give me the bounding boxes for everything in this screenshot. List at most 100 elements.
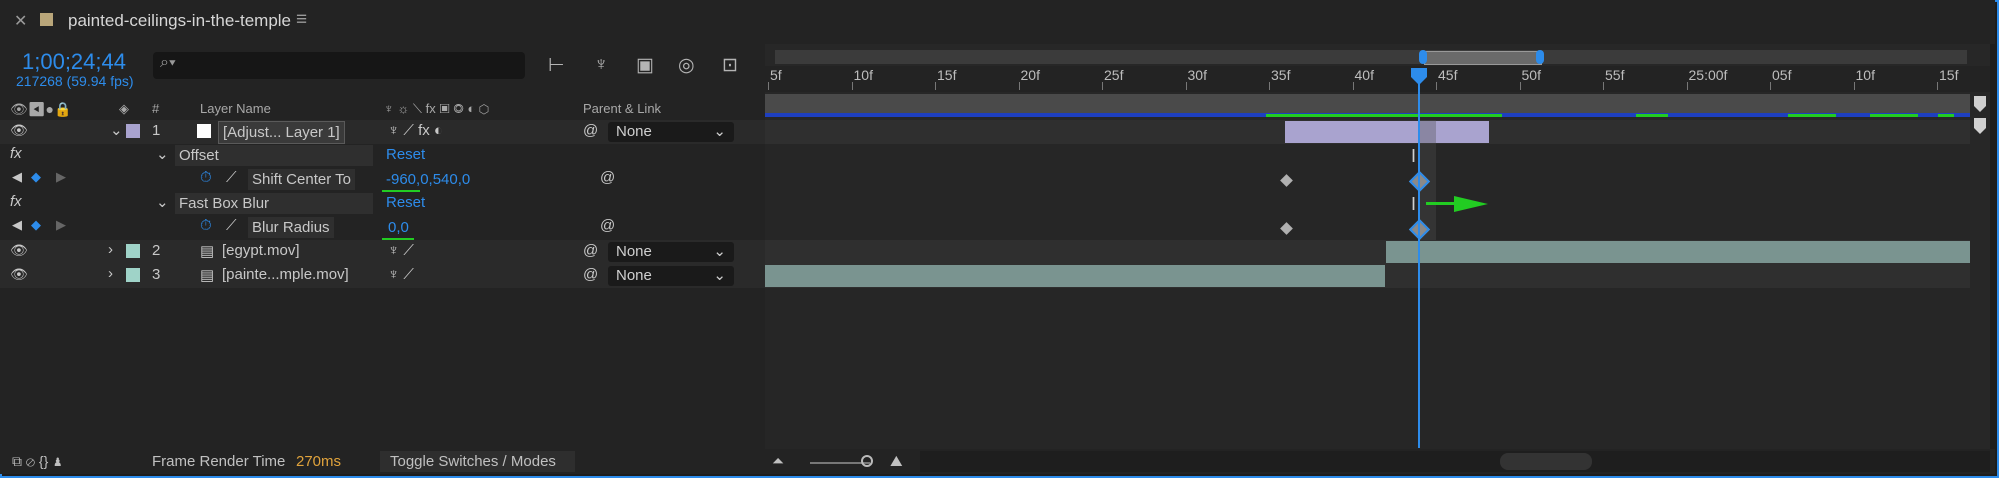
pickwhip-icon[interactable]: @: [600, 169, 615, 186]
bottom-panel-icons[interactable]: ⧉ ⊘ {} ♟: [12, 453, 63, 470]
text-cursor-icon: I: [1411, 194, 1417, 214]
layer-label-swatch[interactable]: [126, 244, 140, 258]
effect-name[interactable]: Fast Box Blur: [175, 193, 373, 214]
layer-switches[interactable]: ♆ ⟋: [388, 242, 414, 259]
eye-icon[interactable]: 👁: [10, 242, 28, 259]
stopwatch-icon[interactable]: ⏱: [200, 217, 212, 234]
add-keyframe-icon[interactable]: ◆: [31, 217, 41, 233]
frame-render-label: Frame Render Time: [152, 453, 286, 470]
close-icon[interactable]: ✕: [14, 11, 27, 31]
ruler-tick-mark: [1436, 82, 1437, 90]
ruler-tick-mark: [1937, 82, 1938, 90]
layer-name[interactable]: [painte...mple.mov]: [222, 266, 349, 283]
text-cursor-icon: I: [1411, 146, 1417, 166]
time-navigator[interactable]: [775, 50, 1967, 64]
layer-bar-adjustment[interactable]: [1285, 121, 1489, 143]
panel-menu-icon[interactable]: ≡: [296, 9, 307, 31]
parent-value: None: [616, 267, 652, 284]
toggle-switches-label[interactable]: Toggle Switches / Modes: [390, 453, 556, 470]
ruler-tick-label: 20f: [1020, 67, 1040, 83]
graph-icon[interactable]: ⟋: [226, 217, 237, 234]
graph-icon[interactable]: ⟋: [226, 169, 237, 186]
ruler-tick-label: 35f: [1271, 67, 1291, 83]
parent-dropdown[interactable]: None ⌄: [608, 266, 734, 286]
chevron-down-icon[interactable]: ⌄: [156, 145, 169, 163]
layer-number: 3: [152, 266, 161, 283]
property-value[interactable]: -960,0,540,0: [386, 171, 470, 188]
navigator-start-handle[interactable]: [1419, 50, 1427, 64]
property-row-shift-center: [0, 168, 765, 192]
prev-keyframe-icon[interactable]: ◀: [12, 217, 22, 233]
fx-icon[interactable]: fx: [10, 145, 22, 162]
frame-blend-icon[interactable]: ▣: [636, 54, 654, 77]
zoom-out-icon[interactable]: ⏶: [772, 453, 784, 470]
parent-dropdown[interactable]: None ⌄: [608, 122, 734, 142]
reset-link[interactable]: Reset: [386, 194, 425, 211]
layer-name[interactable]: [Adjust... Layer 1]: [218, 121, 345, 144]
stopwatch-icon[interactable]: ⏱: [200, 169, 212, 186]
parent-dropdown[interactable]: None ⌄: [608, 242, 734, 262]
property-name: Blur Radius: [248, 217, 334, 238]
comp-color-swatch: [40, 13, 53, 26]
navigator-end-handle[interactable]: [1536, 50, 1544, 64]
shy-icon[interactable]: ♆: [594, 54, 608, 76]
zoom-slider-handle[interactable]: [861, 455, 873, 467]
cache-indicator: [1938, 114, 1954, 117]
layer-label-swatch[interactable]: [126, 268, 140, 282]
next-keyframe-icon[interactable]: ▶: [56, 217, 66, 233]
layer-switches[interactable]: ♆ ⟋: [388, 266, 414, 283]
current-timecode[interactable]: 1;00;24;44: [22, 49, 126, 75]
chevron-right-icon[interactable]: ›: [108, 265, 113, 282]
property-row-blur-radius: [0, 216, 765, 240]
navigator-range[interactable]: [1424, 51, 1542, 65]
comp-marker-bin[interactable]: [1970, 94, 1990, 134]
eye-icon[interactable]: 👁: [10, 122, 28, 139]
ruler-tick-label: 40f: [1354, 67, 1374, 83]
timeline-scrollbar[interactable]: [920, 451, 1990, 472]
scrollbar-thumb[interactable]: [1500, 453, 1592, 470]
column-parent-link[interactable]: Parent & Link: [583, 101, 661, 116]
chevron-down-icon: ⌄: [713, 243, 726, 260]
effect-name[interactable]: Offset: [175, 145, 373, 166]
add-keyframe-icon[interactable]: ◆: [31, 169, 41, 185]
layer-bar-egypt[interactable]: [1386, 241, 1970, 263]
motion-blur-icon[interactable]: ◎: [678, 54, 695, 77]
ruler-tick-mark: [1269, 82, 1270, 90]
search-input[interactable]: [153, 52, 525, 79]
chevron-down-icon: ⌄: [713, 267, 726, 284]
flowchart-icon[interactable]: ⊢: [548, 54, 565, 77]
layer-name[interactable]: [egypt.mov]: [222, 242, 300, 259]
prev-keyframe-icon[interactable]: ◀: [12, 169, 22, 185]
ruler-tick-label: 30f: [1187, 67, 1207, 83]
layer-switches[interactable]: ♆ ⟋ fx ◐: [388, 122, 443, 139]
frame-rate: 217268 (59.94 fps): [16, 73, 134, 89]
work-area-bar[interactable]: [765, 94, 1970, 114]
zoom-in-icon[interactable]: ⛰: [890, 453, 903, 470]
effect-row-offset[interactable]: [0, 144, 765, 168]
comp-tab-title[interactable]: painted-ceilings-in-the-temple: [68, 11, 291, 31]
eye-icon[interactable]: 👁: [10, 266, 28, 283]
chevron-down-icon[interactable]: ⌄: [110, 121, 123, 139]
pickwhip-icon[interactable]: @: [583, 242, 598, 259]
ruler-tick-mark: [768, 82, 769, 90]
ruler-tick-label: 45f: [1438, 67, 1458, 83]
pickwhip-icon[interactable]: @: [583, 266, 598, 283]
property-value[interactable]: 0,0: [388, 219, 409, 236]
chevron-right-icon[interactable]: ›: [108, 241, 113, 258]
layer-label-swatch[interactable]: [126, 124, 140, 138]
playhead-line[interactable]: [1418, 70, 1420, 448]
next-keyframe-icon[interactable]: ▶: [56, 169, 66, 185]
cache-indicator: [1636, 114, 1668, 117]
column-layer-name[interactable]: Layer Name: [200, 101, 271, 116]
layer-bar-painted[interactable]: [765, 265, 1385, 287]
cache-indicator: [1870, 114, 1918, 117]
graph-editor-icon[interactable]: ⊡: [722, 54, 738, 77]
reset-link[interactable]: Reset: [386, 146, 425, 163]
pickwhip-icon[interactable]: @: [600, 217, 615, 234]
effect-row-fast-box-blur[interactable]: [0, 192, 765, 216]
layer-number: 1: [152, 122, 161, 139]
fx-icon[interactable]: fx: [10, 193, 22, 210]
pickwhip-icon[interactable]: @: [583, 122, 598, 139]
chevron-down-icon[interactable]: ⌄: [156, 193, 169, 211]
ruler-tick-label: 5f: [770, 67, 782, 83]
